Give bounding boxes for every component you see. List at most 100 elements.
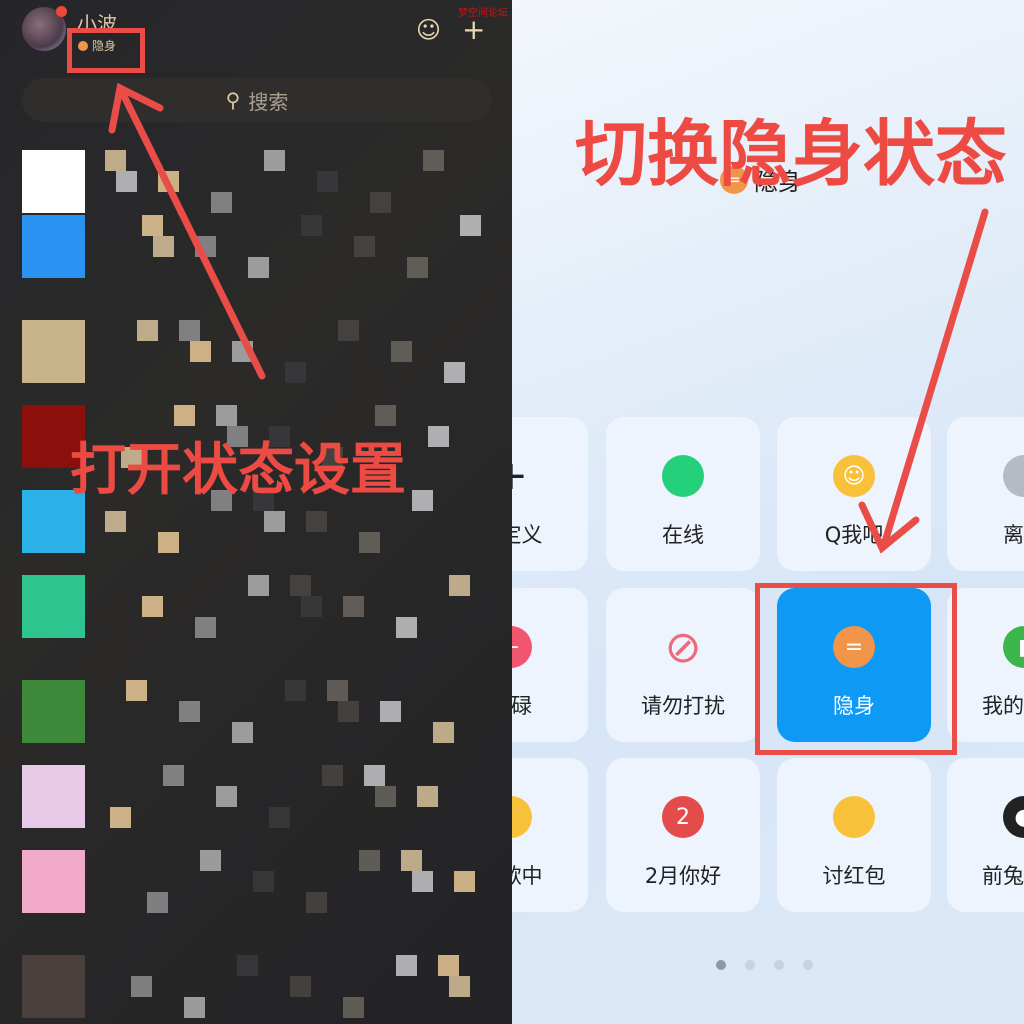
- blurred-pixel: [460, 215, 481, 236]
- contact-avatar[interactable]: [22, 150, 85, 213]
- blurred-pixel: [364, 765, 385, 786]
- status-option[interactable]: 离开: [947, 417, 1024, 571]
- smile-icon: ☺: [833, 455, 875, 497]
- page-dot[interactable]: [745, 960, 755, 970]
- blurred-pixel: [428, 426, 449, 447]
- blurred-pixel: [264, 511, 285, 532]
- blurred-pixel: [179, 320, 200, 341]
- search-icon: ⚲: [225, 88, 241, 112]
- blurred-pixel: [190, 341, 211, 362]
- status-option[interactable]: ▮ 我的电量: [947, 588, 1024, 742]
- status-option[interactable]: + 自定义: [512, 417, 588, 571]
- blurred-pixel: [449, 976, 470, 997]
- status-option-label: 自定义: [512, 523, 543, 547]
- blurred-pixel: [306, 511, 327, 532]
- highlight-box-invisible: [755, 583, 957, 755]
- status-option[interactable]: 2 2月你好: [606, 758, 760, 912]
- contact-avatar[interactable]: [22, 215, 85, 278]
- status-option[interactable]: ● 前兔无量: [947, 758, 1024, 912]
- status-option-label: 讨红包: [822, 864, 886, 888]
- contact-avatar[interactable]: [22, 850, 85, 913]
- contact-avatar[interactable]: [22, 680, 85, 743]
- blurred-pixel: [237, 955, 258, 976]
- status-option-label: Q我吧: [824, 523, 884, 547]
- plus-icon: +: [512, 453, 532, 499]
- page-dot[interactable]: [774, 960, 784, 970]
- blurred-pixel: [306, 892, 327, 913]
- blurred-pixel: [290, 575, 311, 596]
- blurred-pixel: [396, 617, 417, 638]
- blurred-pixel: [359, 850, 380, 871]
- blurred-pixel: [116, 171, 137, 192]
- gray-dot-icon: [1003, 455, 1024, 497]
- blurred-pixel: [438, 955, 459, 976]
- contact-avatar[interactable]: [22, 320, 85, 383]
- blurred-pixel: [179, 701, 200, 722]
- blurred-pixel: [290, 976, 311, 997]
- blurred-pixel: [131, 976, 152, 997]
- blurred-pixel: [433, 722, 454, 743]
- status-option[interactable]: ☺ Q我吧: [777, 417, 931, 571]
- blurred-pixel: [359, 532, 380, 553]
- status-option[interactable]: 听歌中: [512, 758, 588, 912]
- blurred-pixel: [200, 850, 221, 871]
- blurred-pixel: [285, 362, 306, 383]
- green-dot-icon: [662, 455, 704, 497]
- blurred-pixel: [301, 596, 322, 617]
- blurred-pixel: [158, 171, 179, 192]
- annotation-left: 打开状态设置: [70, 438, 406, 503]
- blurred-pixel: [232, 341, 253, 362]
- blurred-pixel: [338, 701, 359, 722]
- blurred-pixel: [163, 765, 184, 786]
- contact-avatar[interactable]: [22, 575, 85, 638]
- status-option[interactable]: 在线: [606, 417, 760, 571]
- blurred-pixel: [327, 680, 348, 701]
- blurred-pixel: [216, 786, 237, 807]
- no-entry-icon: ⊘: [664, 621, 702, 673]
- page-dot[interactable]: [803, 960, 813, 970]
- blurred-pixel: [216, 405, 237, 426]
- blurred-pixel: [454, 871, 475, 892]
- penguin-icon: ●: [1003, 796, 1024, 838]
- page-dot[interactable]: [716, 960, 726, 970]
- blurred-pixel: [285, 680, 306, 701]
- contact-avatar[interactable]: [22, 955, 85, 1018]
- status-option[interactable]: 讨红包: [777, 758, 931, 912]
- blurred-pixel: [195, 236, 216, 257]
- blurred-pixel: [248, 257, 269, 278]
- chat-list-panel: 小波 隐身 ☺ + ⚲ 搜索: [0, 0, 512, 1024]
- status-option[interactable]: ⊘ 请勿打扰: [606, 588, 760, 742]
- annotation-right: 切换隐身状态: [575, 112, 1008, 196]
- plus-icon[interactable]: +: [462, 16, 485, 44]
- contact-avatar[interactable]: [22, 765, 85, 828]
- blurred-pixel: [417, 786, 438, 807]
- blurred-pixel: [354, 236, 375, 257]
- status-option-label: 2月你好: [644, 864, 722, 888]
- highlight-box-status: [67, 28, 145, 73]
- blurred-pixel: [343, 997, 364, 1018]
- blurred-pixel: [423, 150, 444, 171]
- notification-dot: [56, 6, 67, 17]
- status-option-label: 请勿打扰: [641, 694, 725, 718]
- chick-icon: [833, 796, 875, 838]
- search-placeholder: 搜索: [248, 89, 289, 114]
- blurred-pixel: [269, 807, 290, 828]
- page-indicator[interactable]: [716, 960, 813, 970]
- status-option[interactable]: − 忙碌: [512, 588, 588, 742]
- blurred-pixel: [338, 320, 359, 341]
- status-option-label: 在线: [662, 523, 704, 547]
- search-input[interactable]: ⚲ 搜索: [22, 78, 492, 122]
- status-option-label: 听歌中: [512, 864, 543, 888]
- blurred-pixel: [147, 892, 168, 913]
- blurred-pixel: [412, 490, 433, 511]
- blurred-pixel: [110, 807, 131, 828]
- status-option-label: 我的电量: [982, 694, 1024, 718]
- blurred-pixel: [412, 871, 433, 892]
- pet-icon[interactable]: ☺: [416, 16, 441, 44]
- blurred-pixel: [396, 955, 417, 976]
- blurred-pixel: [232, 722, 253, 743]
- status-option-label: 离开: [1003, 523, 1024, 547]
- blurred-pixel: [158, 532, 179, 553]
- blurred-pixel: [184, 997, 205, 1018]
- blurred-pixel: [322, 765, 343, 786]
